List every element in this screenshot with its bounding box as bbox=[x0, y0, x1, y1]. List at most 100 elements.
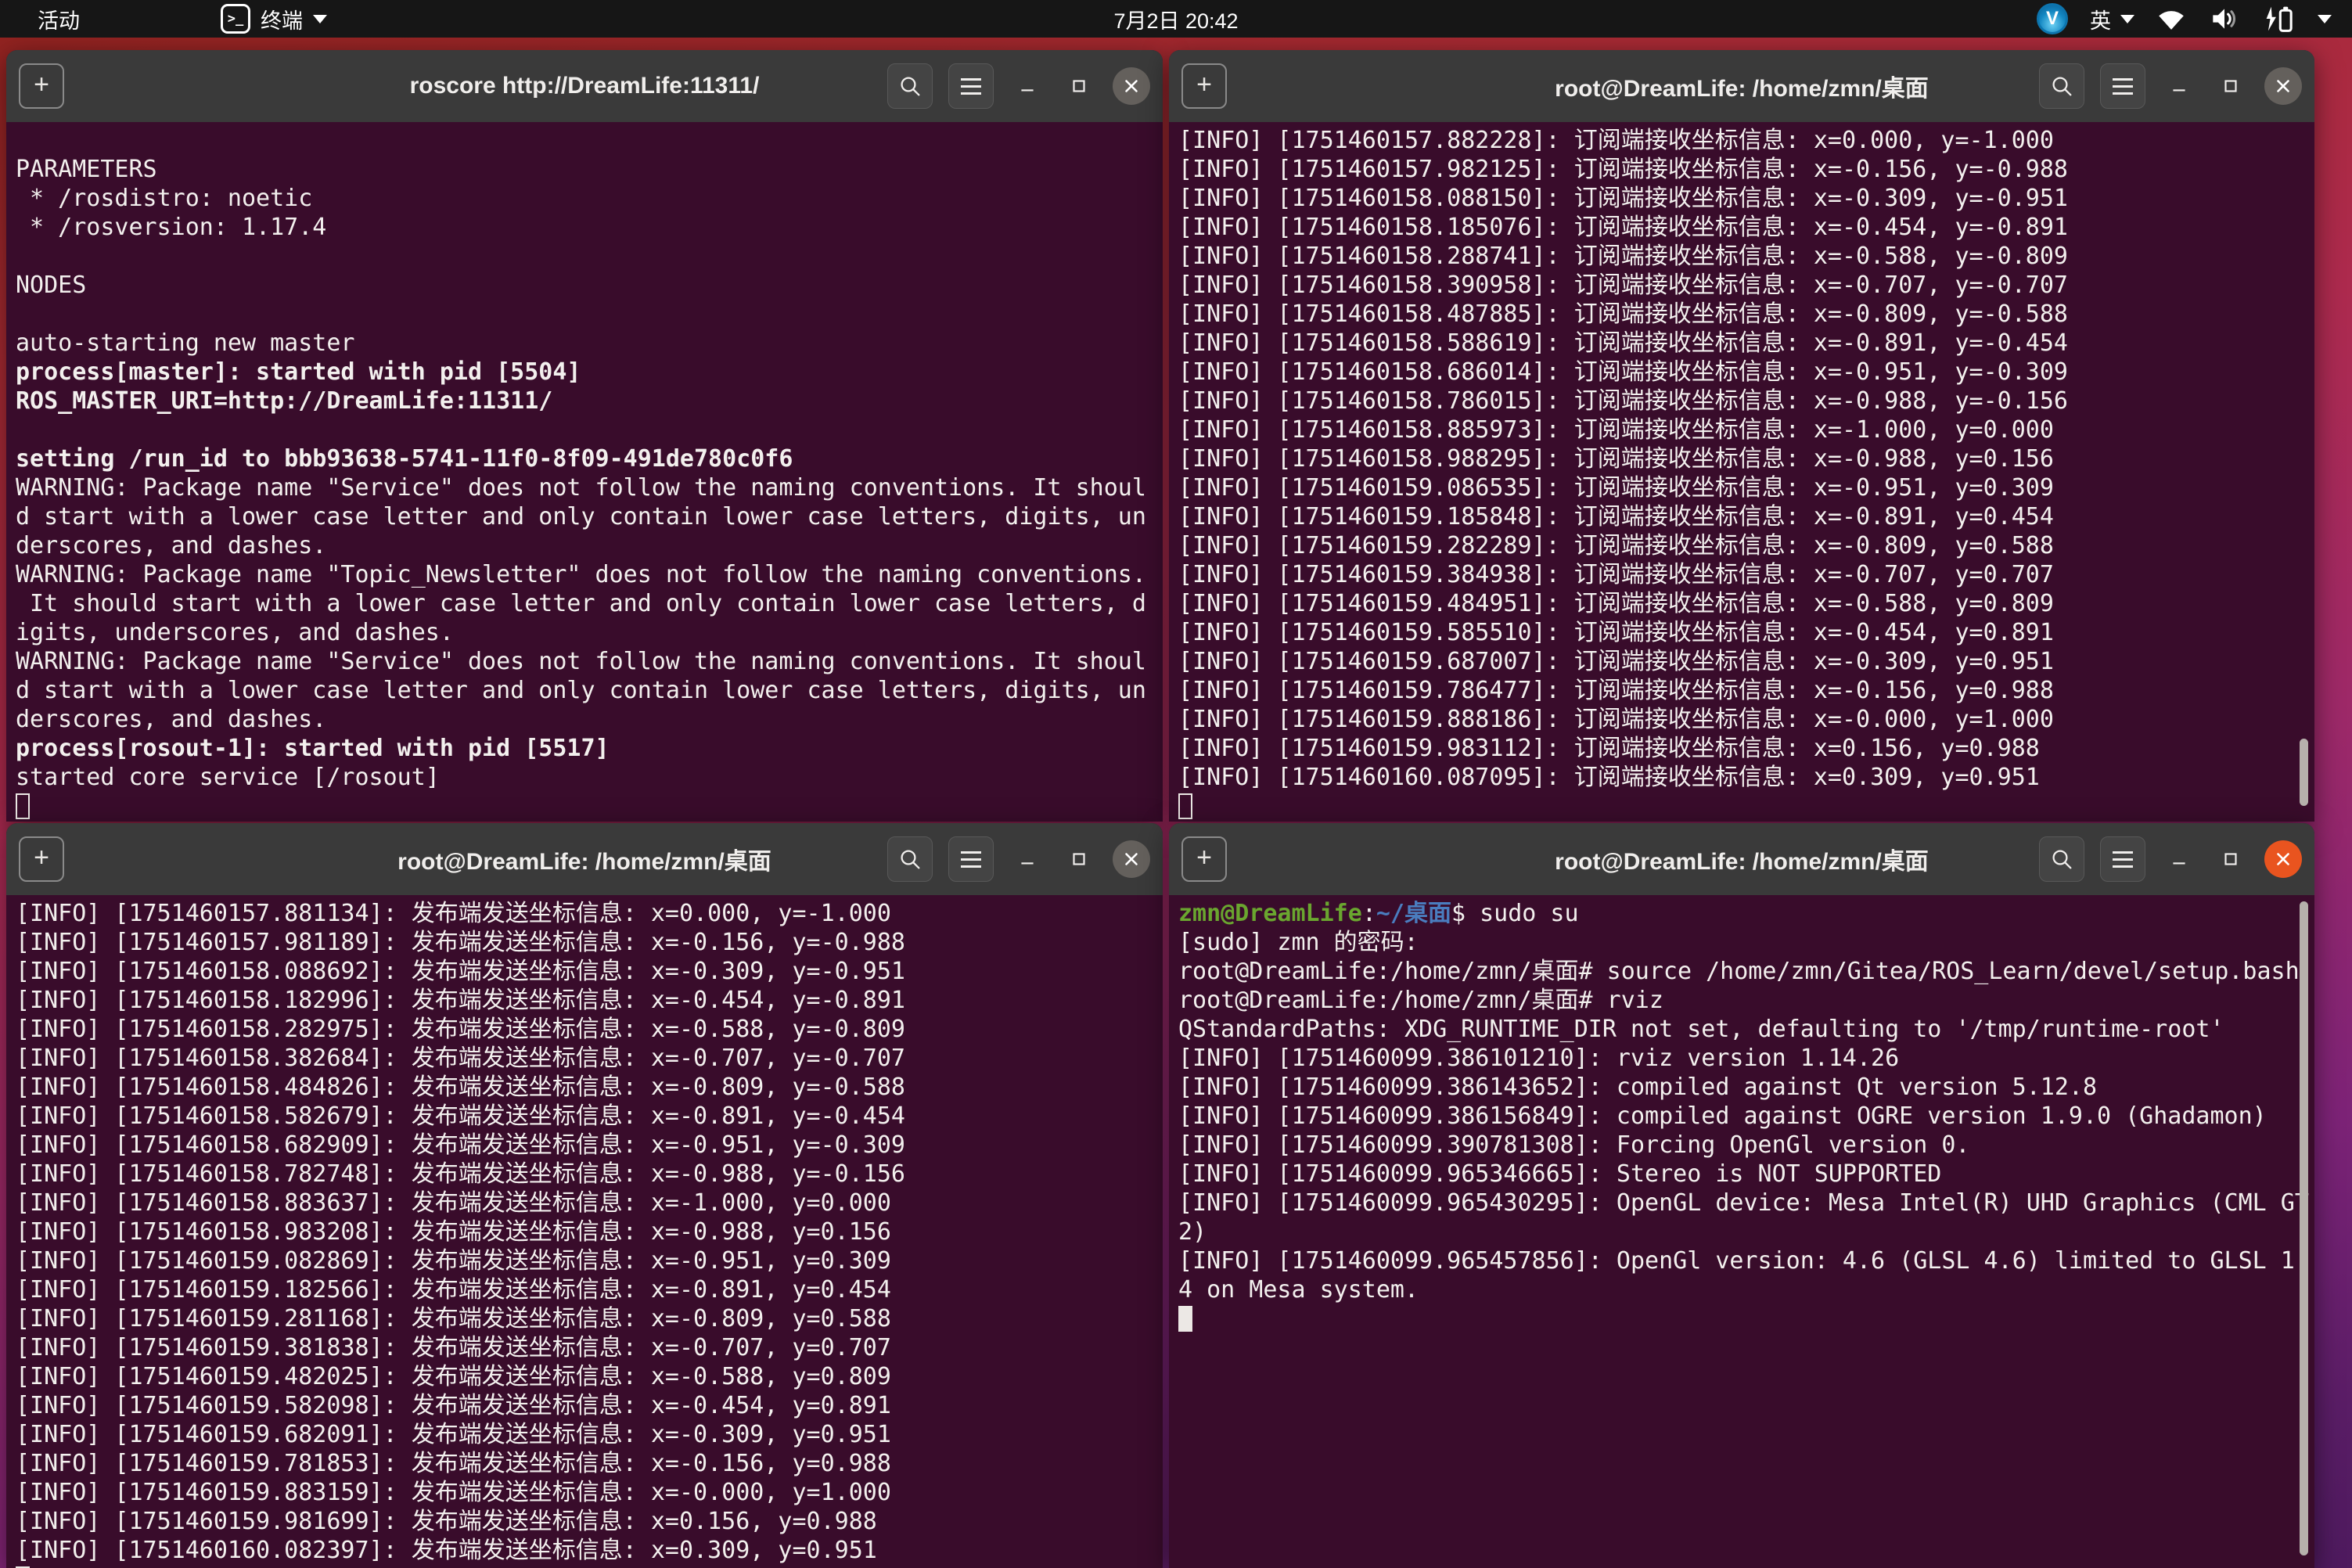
search-icon bbox=[897, 847, 922, 872]
terminal-line: [INFO] [1751460159.781853]: 发布端发送坐标信息: x… bbox=[16, 1449, 1163, 1478]
terminal-line: [INFO] [1751460160.087095]: 订阅端接收坐标信息: x… bbox=[1178, 763, 2314, 792]
plus-icon: + bbox=[34, 71, 49, 98]
maximize-icon bbox=[1069, 76, 1089, 96]
hamburger-menu-icon bbox=[961, 851, 981, 868]
system-status-area[interactable] bbox=[2156, 4, 2332, 34]
terminal-cursor bbox=[16, 793, 30, 819]
menu-button[interactable] bbox=[948, 63, 994, 109]
close-button[interactable] bbox=[2264, 840, 2302, 878]
desktop: { "top_bar": { "activities": "活动", "app_… bbox=[0, 0, 2352, 1568]
menu-button[interactable] bbox=[2100, 836, 2145, 882]
maximize-button[interactable] bbox=[2213, 68, 2249, 104]
terminal-line: [INFO] [1751460158.588619]: 订阅端接收坐标信息: x… bbox=[1178, 329, 2314, 358]
terminal-line: [INFO] [1751460158.182996]: 发布端发送坐标信息: x… bbox=[16, 986, 1163, 1015]
terminal-line: [INFO] [1751460159.582098]: 发布端发送坐标信息: x… bbox=[16, 1391, 1163, 1420]
menu-button[interactable] bbox=[2100, 63, 2145, 109]
terminal-line: [INFO] [1751460159.282289]: 订阅端接收坐标信息: x… bbox=[1178, 531, 2314, 560]
input-method-badge-icon[interactable]: V bbox=[2037, 3, 2068, 34]
terminal-line: WARNING: Package name "Service" does not… bbox=[16, 473, 1163, 502]
close-button[interactable] bbox=[1113, 840, 1150, 878]
window-shell-rviz: + root@DreamLife: /home/zmn/桌面 zmn@Dream… bbox=[1169, 823, 2314, 1568]
search-icon bbox=[2049, 74, 2074, 99]
window-roscore: + roscore http://DreamLife:11311/ PARAME… bbox=[6, 50, 1163, 822]
maximize-icon bbox=[1069, 849, 1089, 869]
terminal-line: process[rosout-1]: started with pid [551… bbox=[16, 734, 1163, 763]
terminal-line: [INFO] [1751460159.682091]: 发布端发送坐标信息: x… bbox=[16, 1420, 1163, 1449]
clock-button[interactable]: 7月2日 20:42 bbox=[1113, 0, 1238, 38]
minimize-button[interactable] bbox=[2161, 68, 2197, 104]
hamburger-menu-icon bbox=[961, 78, 981, 95]
terminal-line: [INFO] [1751460157.881134]: 发布端发送坐标信息: x… bbox=[16, 899, 1163, 928]
window-titlebar[interactable]: + root@DreamLife: /home/zmn/桌面 bbox=[6, 823, 1163, 895]
terminal-content[interactable]: zmn@DreamLife:~/桌面$ sudo su[sudo] zmn 的密… bbox=[1169, 895, 2314, 1568]
terminal-line: QStandardPaths: XDG_RUNTIME_DIR not set,… bbox=[1178, 1015, 2314, 1044]
app-menu-label: 终端 bbox=[261, 4, 303, 34]
terminal-line: [INFO] [1751460158.885973]: 订阅端接收坐标信息: x… bbox=[1178, 415, 2314, 444]
terminal-line: [INFO] [1751460159.883159]: 发布端发送坐标信息: x… bbox=[16, 1478, 1163, 1507]
terminal-line: [INFO] [1751460159.182566]: 发布端发送坐标信息: x… bbox=[16, 1275, 1163, 1304]
search-button[interactable] bbox=[2039, 63, 2084, 109]
terminal-line: [INFO] [1751460159.482025]: 发布端发送坐标信息: x… bbox=[16, 1362, 1163, 1391]
terminal-line: [INFO] [1751460158.988295]: 订阅端接收坐标信息: x… bbox=[1178, 444, 2314, 473]
terminal-line: PARAMETERS bbox=[16, 155, 1163, 184]
new-tab-button[interactable]: + bbox=[19, 63, 64, 109]
terminal-line: derscores, and dashes. bbox=[16, 705, 1163, 734]
app-menu-terminal[interactable]: >_ 终端 bbox=[221, 4, 327, 34]
window-titlebar[interactable]: + root@DreamLife: /home/zmn/桌面 bbox=[1169, 823, 2314, 895]
minimize-button[interactable] bbox=[1009, 68, 1045, 104]
close-icon bbox=[2273, 849, 2293, 869]
terminal-app-icon: >_ bbox=[221, 4, 250, 34]
window-title: roscore http://DreamLife:11311/ bbox=[410, 73, 760, 99]
terminal-line: igits, underscores, and dashes. bbox=[16, 618, 1163, 647]
terminal-line: process[master]: started with pid [5504] bbox=[16, 358, 1163, 387]
terminal-content[interactable]: [INFO] [1751460157.881134]: 发布端发送坐标信息: x… bbox=[6, 895, 1163, 1568]
terminal-line: ROS_MASTER_URI=http://DreamLife:11311/ bbox=[16, 387, 1163, 415]
search-button[interactable] bbox=[2039, 836, 2084, 882]
close-button[interactable] bbox=[1113, 67, 1150, 105]
new-tab-button[interactable]: + bbox=[19, 836, 64, 882]
terminal-line: [INFO] [1751460158.686014]: 订阅端接收坐标信息: x… bbox=[1178, 358, 2314, 387]
close-icon bbox=[1121, 76, 1142, 96]
terminal-content[interactable]: [INFO] [1751460157.882228]: 订阅端接收坐标信息: x… bbox=[1169, 122, 2314, 822]
terminal-line: WARNING: Package name "Topic_Newsletter"… bbox=[16, 560, 1163, 589]
terminal-line: zmn@DreamLife:~/桌面$ sudo su bbox=[1178, 899, 2314, 928]
terminal-line: [INFO] [1751460158.484826]: 发布端发送坐标信息: x… bbox=[16, 1073, 1163, 1102]
terminal-line: [INFO] [1751460158.786015]: 订阅端接收坐标信息: x… bbox=[1178, 387, 2314, 415]
window-titlebar[interactable]: + roscore http://DreamLife:11311/ bbox=[6, 50, 1163, 122]
maximize-button[interactable] bbox=[1061, 68, 1097, 104]
new-tab-button[interactable]: + bbox=[1181, 836, 1227, 882]
terminal-line: [sudo] zmn 的密码: bbox=[1178, 928, 2314, 957]
maximize-button[interactable] bbox=[2213, 841, 2249, 877]
terminal-content[interactable]: PARAMETERS * /rosdistro: noetic * /rosve… bbox=[6, 122, 1163, 822]
search-icon bbox=[897, 74, 922, 99]
keyboard-layout-button[interactable]: 英 bbox=[2090, 4, 2134, 34]
search-button[interactable] bbox=[887, 63, 933, 109]
minimize-button[interactable] bbox=[2161, 841, 2197, 877]
terminal-line: [INFO] [1751460157.981189]: 发布端发送坐标信息: x… bbox=[16, 928, 1163, 957]
maximize-button[interactable] bbox=[1061, 841, 1097, 877]
new-tab-button[interactable]: + bbox=[1181, 63, 1227, 109]
terminal-line: * /rosversion: 1.17.4 bbox=[16, 213, 1163, 242]
close-button[interactable] bbox=[2264, 67, 2302, 105]
terminal-cursor bbox=[1178, 793, 1192, 819]
scrollbar[interactable] bbox=[2300, 901, 2308, 1555]
terminal-line: started core service [/rosout] bbox=[16, 763, 1163, 792]
plus-icon: + bbox=[34, 844, 49, 871]
minimize-button[interactable] bbox=[1009, 841, 1045, 877]
terminal-line: [INFO] [1751460158.185076]: 订阅端接收坐标信息: x… bbox=[1178, 213, 2314, 242]
maximize-icon bbox=[2221, 76, 2241, 96]
menu-button[interactable] bbox=[948, 836, 994, 882]
scrollbar[interactable] bbox=[2300, 739, 2308, 806]
terminal-line: [INFO] [1751460158.487885]: 订阅端接收坐标信息: x… bbox=[1178, 300, 2314, 329]
window-controls bbox=[887, 836, 1150, 882]
search-button[interactable] bbox=[887, 836, 933, 882]
terminal-line bbox=[16, 242, 1163, 271]
terminal-line: NODES bbox=[16, 271, 1163, 300]
terminal-line bbox=[16, 126, 1163, 155]
terminal-line: [INFO] [1751460159.281168]: 发布端发送坐标信息: x… bbox=[16, 1304, 1163, 1333]
window-titlebar[interactable]: + root@DreamLife: /home/zmn/桌面 bbox=[1169, 50, 2314, 122]
window-title: root@DreamLife: /home/zmn/桌面 bbox=[397, 842, 771, 876]
activities-button[interactable]: 活动 bbox=[33, 4, 85, 34]
plus-icon: + bbox=[1196, 844, 1212, 871]
search-icon bbox=[2049, 847, 2074, 872]
